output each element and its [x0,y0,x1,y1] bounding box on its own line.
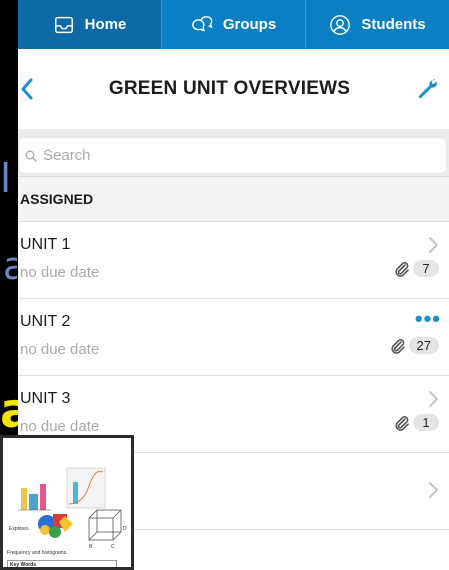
attachment-count: 1 [394,414,439,431]
wrench-icon [418,79,437,99]
back-button[interactable] [20,69,50,109]
line-graph-thumbnail [66,467,106,509]
attachment-count-badge: 1 [413,414,439,431]
attachment-count-badge: 7 [413,260,439,277]
bar-chart-thumbnail [18,484,51,511]
key-words-title: Key Words [10,562,37,568]
inbox-icon [54,16,73,33]
tab-groups[interactable]: Groups [162,0,306,49]
person-icon [330,14,351,35]
tab-students[interactable]: Students [306,0,449,49]
search-bar-container [18,129,449,177]
thumbnail-diagrams: B C D [18,467,127,550]
due-date-text: no due date [20,341,100,358]
search-box[interactable] [18,137,447,174]
search-icon [25,150,37,162]
svg-text:C: C [111,544,115,550]
top-tab-bar: Home Groups Students [18,0,449,49]
chevron-right-icon [429,482,438,498]
paperclip-icon [395,415,409,431]
settings-button[interactable] [409,69,439,109]
key-words-box: Key Words [7,560,117,568]
nav-bar: GREEN UNIT OVERVIEWS [18,49,449,129]
svg-text:D: D [123,526,127,532]
list-item-unit[interactable]: UNIT 2 no due date ••• 27 [18,299,449,376]
more-options-icon[interactable]: ••• [415,308,441,330]
page-title: GREEN UNIT OVERVIEWS [108,78,351,99]
list-item-unit[interactable]: UNIT 1 no due date 7 [18,222,449,299]
worksheet-thumbnail[interactable]: B C D Explores. Frequency and histograms… [0,435,134,570]
chevron-left-icon [21,78,33,100]
unit-title: UNIT 2 [20,313,71,330]
tab-home[interactable]: Home [18,0,162,49]
tab-label: Students [361,16,426,33]
tab-label: Groups [222,16,277,33]
paperclip-icon [395,261,409,277]
attachment-count-badge: 27 [408,337,439,354]
section-header-assigned: ASSIGNED [18,177,449,222]
svg-text:B: B [89,544,93,550]
unit-title: UNIT 1 [20,236,71,253]
background-text-fragment: a [3,245,17,287]
attachment-count: 27 [390,337,439,354]
chat-bubbles-icon [191,15,213,32]
chevron-right-icon [429,391,438,407]
chevron-right-icon [429,237,438,253]
background-text-fragment: a [0,388,18,434]
thumbnail-caption: Explores. [9,526,30,532]
background-text-fragment: l [0,162,12,196]
attachment-count: 7 [394,260,439,277]
shapes-thumbnail: B C D [38,509,127,550]
section-label: ASSIGNED [20,191,94,207]
due-date-text: no due date [20,264,100,281]
tab-label: Home [84,16,127,33]
unit-title: UNIT 3 [20,390,71,407]
paperclip-icon [390,338,405,354]
due-date-text: no due date [20,418,100,435]
thumbnail-caption: Frequency and histograms. [7,550,68,556]
search-input[interactable] [43,147,423,164]
